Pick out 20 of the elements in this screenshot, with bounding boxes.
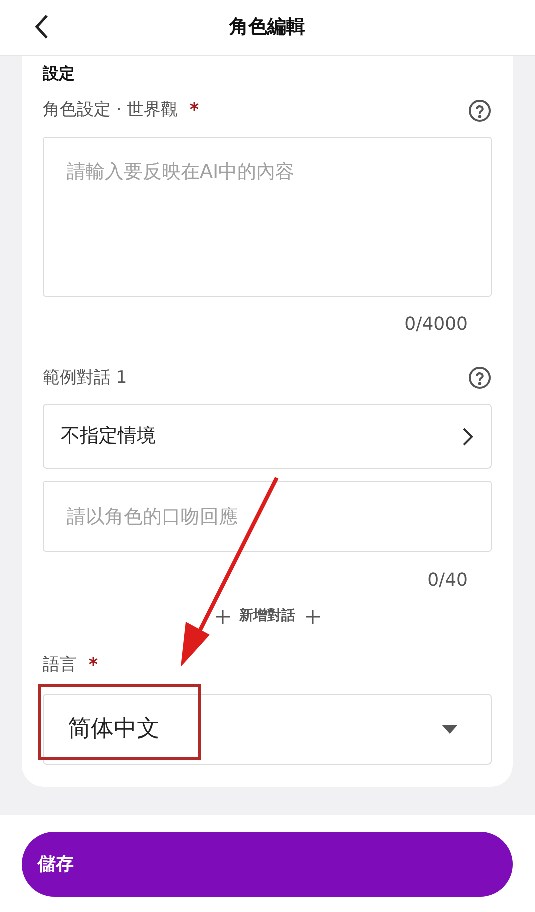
field-label: 角色設定 · 世界觀 [43, 99, 178, 122]
language-select[interactable]: 简体中文 [43, 694, 492, 764]
world-setting-field[interactable]: 請輸入要反映在AI中的內容 [43, 136, 492, 296]
section-title: 設定 [43, 63, 76, 85]
back-icon [34, 14, 50, 40]
dropdown-icon [442, 724, 458, 734]
help-icon[interactable] [468, 366, 492, 390]
field-label: 語言 [43, 654, 77, 677]
help-icon[interactable] [468, 98, 492, 123]
scenario-select[interactable]: 不指定情境 [43, 404, 492, 469]
reply-field[interactable]: 請以角色的口吻回應 [43, 481, 492, 552]
plus-icon [306, 610, 320, 624]
page-title: 角色編輯 [230, 15, 306, 40]
chevron-right-icon [462, 426, 474, 446]
char-counter: 0/4000 [404, 312, 468, 336]
plus-icon [216, 610, 230, 624]
add-dialog-button[interactable]: 新增對話 [216, 606, 320, 627]
field-label: 範例對話 1 [43, 366, 128, 390]
save-button[interactable]: 儲存 [22, 832, 513, 897]
char-counter: 0/40 [428, 569, 468, 593]
